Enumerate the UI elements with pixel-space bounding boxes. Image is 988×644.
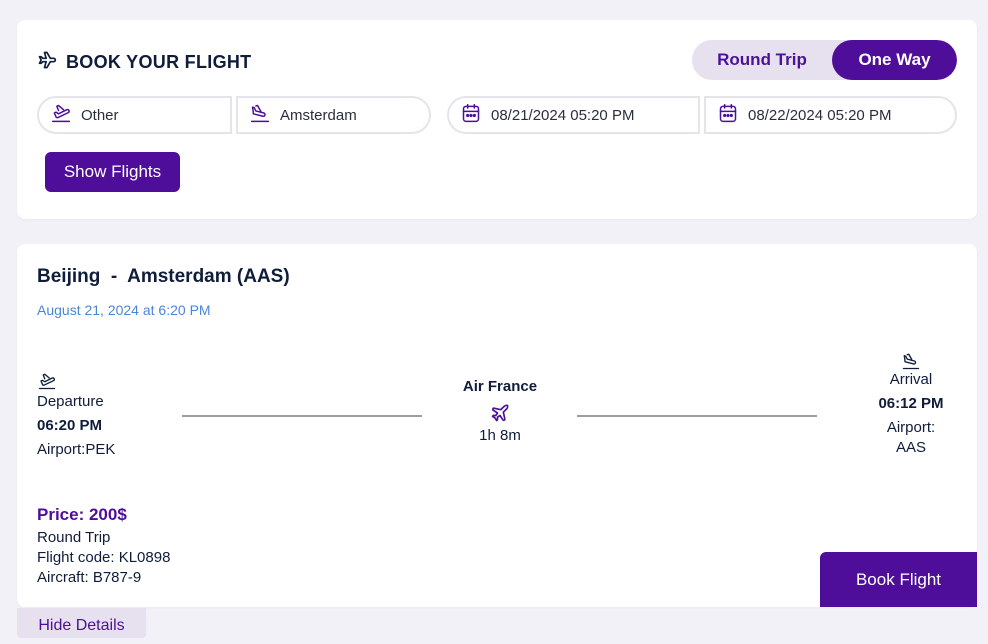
calendar-icon — [449, 103, 491, 127]
route-origin: Beijing — [37, 266, 101, 287]
landing-icon — [238, 103, 280, 127]
route-separator: - — [110, 266, 118, 287]
to-field[interactable]: Amsterdam — [236, 96, 431, 134]
book-flight-heading: BOOK YOUR FLIGHT — [37, 50, 251, 75]
search-card: BOOK YOUR FLIGHT Round Trip One Way Othe… — [17, 20, 977, 219]
route-destination: Amsterdam (AAS) — [127, 266, 290, 287]
flight-date: August 21, 2024 at 6:20 PM — [37, 302, 211, 318]
plane-icon — [37, 50, 57, 75]
airline-name: Air France — [462, 378, 538, 395]
plane-icon — [440, 403, 560, 423]
route-line-left — [182, 415, 422, 417]
takeoff-icon — [37, 372, 115, 390]
price-info: Price: 200$ Round Trip Flight code: KL08… — [37, 505, 170, 588]
departure-date-field[interactable]: 08/21/2024 05:20 PM — [447, 96, 700, 134]
aircraft: Aircraft: B787-9 — [37, 569, 142, 586]
show-flights-button[interactable]: Show Flights — [45, 152, 180, 192]
departure-info: Departure 06:20 PM Airport:PEK — [37, 372, 115, 462]
flight-code: Flight code: KL0898 — [37, 549, 171, 566]
trip-type-toggle: Round Trip One Way — [692, 40, 957, 80]
arrival-time: 06:12 PM — [878, 395, 944, 412]
flight-duration: 1h 8m — [479, 427, 521, 444]
calendar-icon — [706, 103, 748, 127]
round-trip-option[interactable]: Round Trip — [692, 40, 832, 80]
departure-date-value: 08/21/2024 05:20 PM — [491, 106, 635, 124]
trip-type-label: Round Trip — [37, 529, 111, 546]
arrival-label: Arrival — [889, 371, 933, 388]
return-date-field[interactable]: 08/22/2024 05:20 PM — [704, 96, 957, 134]
departure-label: Departure — [37, 393, 104, 410]
page-title: BOOK YOUR FLIGHT — [66, 52, 252, 72]
departure-airport: Airport:PEK — [37, 441, 116, 458]
airline-info: Air France 1h 8m — [440, 378, 560, 444]
arrival-airport: Airport: AAS — [886, 419, 936, 456]
return-date-value: 08/22/2024 05:20 PM — [748, 106, 892, 124]
hide-details-button[interactable]: Hide Details — [17, 608, 146, 638]
arrival-info: Arrival 06:12 PM Airport: AAS — [875, 352, 947, 458]
one-way-option[interactable]: One Way — [832, 40, 957, 80]
landing-icon — [875, 352, 947, 370]
price: Price: 200$ — [37, 505, 127, 524]
from-field[interactable]: Other — [37, 96, 232, 134]
from-value: Other — [81, 106, 119, 124]
route-title: Beijing - Amsterdam (AAS) — [37, 266, 290, 288]
departure-time: 06:20 PM — [37, 417, 103, 434]
book-flight-button[interactable]: Book Flight — [820, 552, 977, 607]
to-value: Amsterdam — [280, 106, 357, 124]
takeoff-icon — [39, 103, 81, 127]
route-line-right — [577, 415, 817, 417]
